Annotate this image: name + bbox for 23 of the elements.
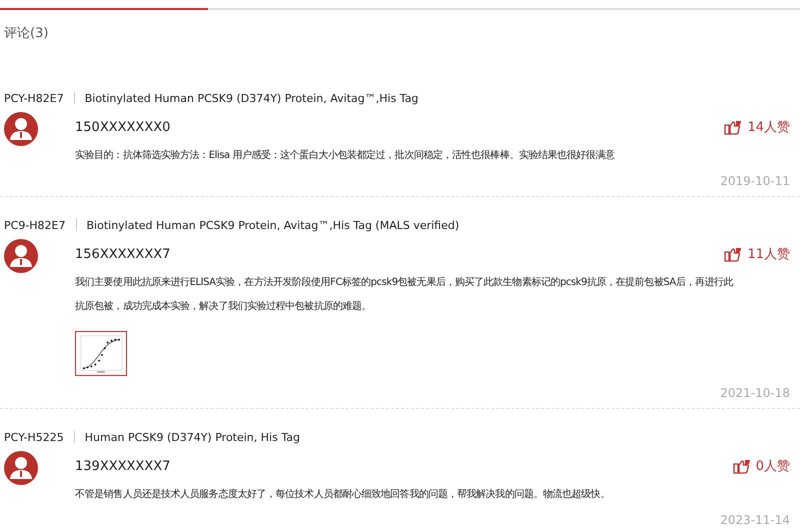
like-button[interactable]: 14人赞 (721, 118, 790, 136)
product-code: PC9-H82E7 (4, 218, 66, 232)
product-code: PCY-H5225 (4, 430, 64, 444)
product-name[interactable]: Biotinylated Human PCSK9 (D374Y) Protein, Avitag™,His Tag (84, 92, 418, 104)
comment-text: 不管是销售人员还是技术人员服务态度太好了，每位技术人员都耐心细致地回答我的问题，帮我解决我的问题。物流也超级快。 (75, 488, 611, 502)
comment-text: 抗原包被，成功完成本实验，解决了我们实验过程中包被抗原的难题。 (75, 300, 372, 314)
avatar-icon (4, 112, 38, 146)
comment-date: 2021-10-18 (720, 386, 790, 400)
comment-date: 2019-10-11 (720, 174, 790, 188)
like-button[interactable]: 11人赞 (721, 245, 790, 263)
comments-heading: 评论(3) (4, 26, 48, 41)
product-code: PCY-H82E7 (4, 92, 64, 104)
avatar-icon (4, 451, 38, 485)
user-name: 139XXXXXXX7 (75, 458, 170, 474)
comment-text: 我们主要使用此抗原来进行ELISA实验，在方法开发阶段使用FC标签的pcsk9包被无果后，购买了此款生物素标记的pcsk9抗原，在提前包被SA后，再进行此 (75, 276, 734, 290)
comment-text: 实验目的：抗体筛选实验方法：Elisa 用户感受：这个蛋白大小包装都定过，批次间稳定，活性也很棒棒。实验结果也很好很满意 (75, 148, 616, 163)
avatar-icon (4, 239, 38, 273)
user-name: 156XXXXXXX7 (75, 246, 170, 262)
user-name: 150XXXXXXX0 (75, 120, 170, 134)
product-name[interactable]: Human PCSK9 (D374Y) Protein, His Tag (84, 430, 300, 444)
comment-date: 2023-11-14 (720, 513, 790, 527)
product-name[interactable]: Biotinylated Human PCSK9 Protein, Avitag™,His Tag (MALS verified) (86, 218, 460, 232)
like-button[interactable]: 0人赞 (730, 457, 790, 475)
